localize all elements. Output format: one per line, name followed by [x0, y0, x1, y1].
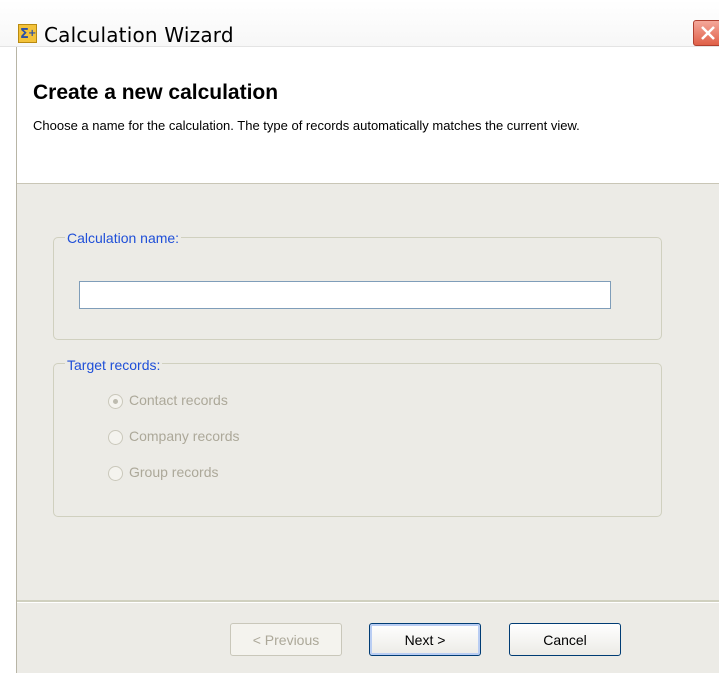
sigma-plus-icon: Σ + — [18, 24, 37, 43]
cancel-button[interactable]: Cancel — [509, 623, 621, 656]
window-title: Calculation Wizard — [44, 23, 234, 47]
page-title: Create a new calculation — [33, 81, 279, 104]
wizard-header — [17, 47, 719, 184]
close-button[interactable] — [693, 20, 719, 46]
radio-button-selected[interactable] — [108, 394, 123, 409]
radio-button[interactable] — [108, 466, 123, 481]
calculation-name-legend: Calculation name: — [65, 230, 182, 246]
radio-button[interactable] — [108, 430, 123, 445]
title-bar[interactable]: Σ + Calculation Wizard — [0, 0, 719, 47]
target-records-legend: Target records: — [65, 357, 163, 373]
svg-text:+: + — [28, 28, 36, 39]
next-button[interactable]: Next > — [369, 623, 481, 656]
page-description: Choose a name for the calculation. The t… — [33, 118, 580, 133]
window-left-edge — [0, 0, 17, 673]
calculation-name-input[interactable] — [79, 281, 611, 309]
previous-button[interactable]: < Previous — [230, 623, 342, 656]
radio-label: Contact records — [129, 392, 228, 408]
radio-dot — [113, 399, 118, 404]
close-icon — [701, 26, 715, 40]
radio-label: Group records — [129, 464, 219, 480]
radio-label: Company records — [129, 428, 240, 444]
